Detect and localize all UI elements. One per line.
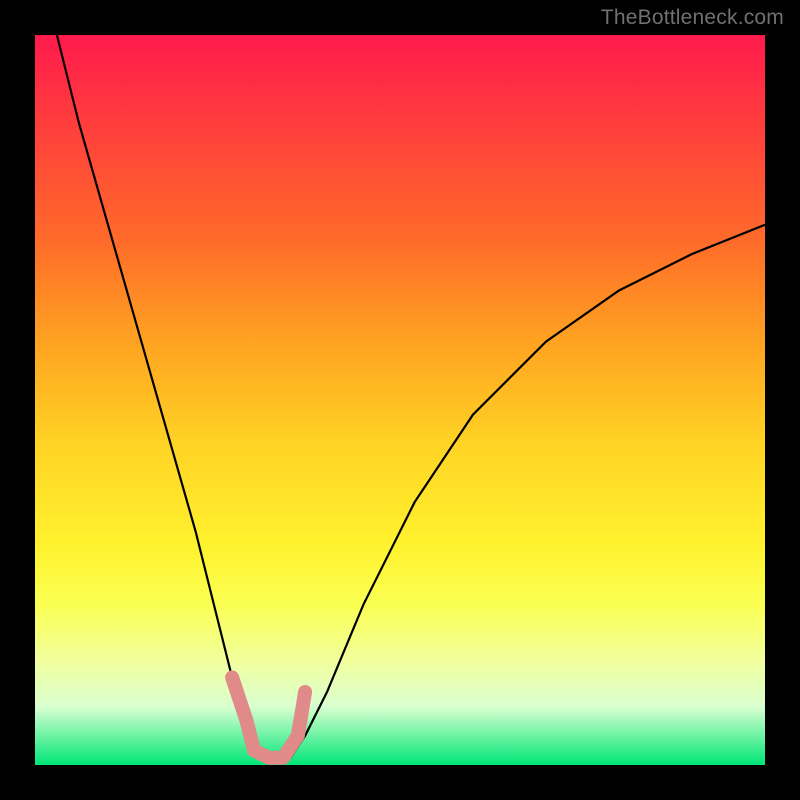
bottleneck-curve [57, 35, 765, 761]
bottleneck-curve-svg [35, 35, 765, 765]
plot-area [35, 35, 765, 765]
watermark-text: TheBottleneck.com [601, 6, 784, 30]
valley-marker [232, 677, 305, 757]
chart-frame: TheBottleneck.com [0, 0, 800, 800]
